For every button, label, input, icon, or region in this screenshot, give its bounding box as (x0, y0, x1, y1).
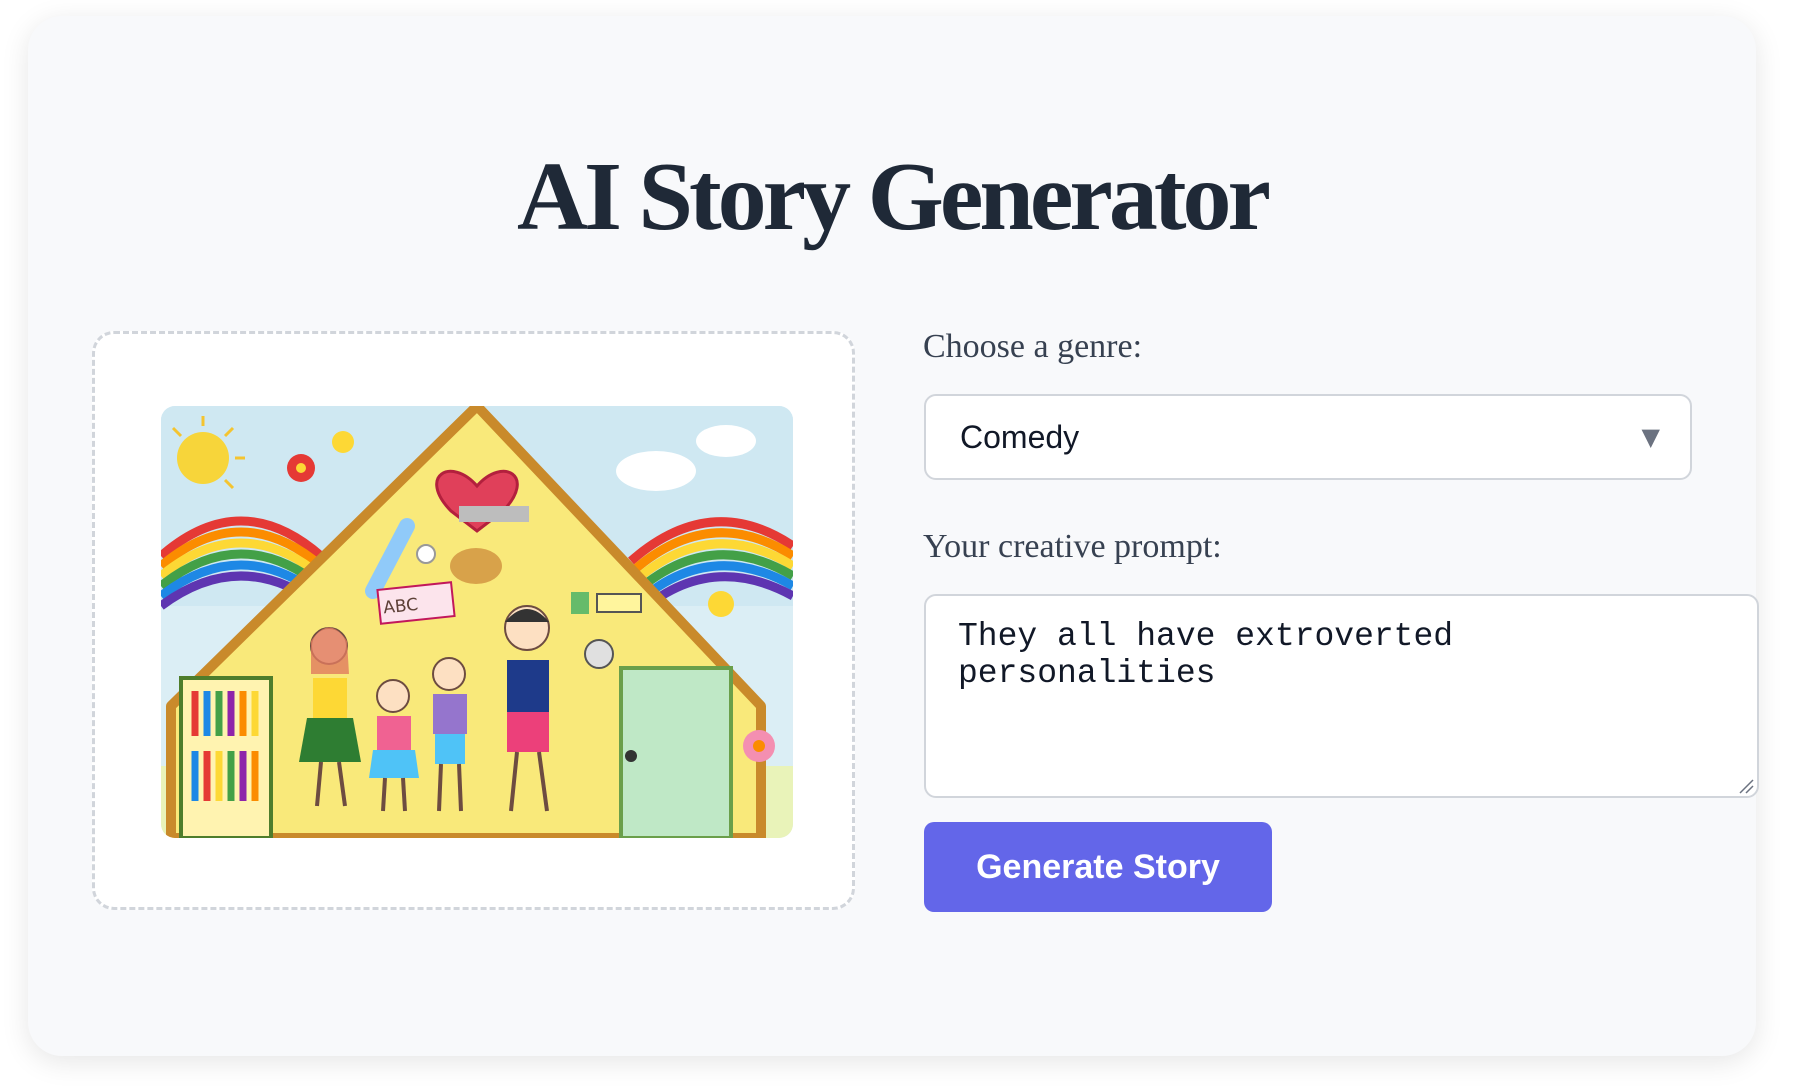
prompt-label: Your creative prompt: (923, 528, 1222, 565)
generate-story-button[interactable]: Generate Story (924, 822, 1272, 912)
svg-text:ABC: ABC (382, 595, 419, 619)
uploaded-drawing-image: ABC (161, 406, 793, 838)
genre-selected-value: Comedy (960, 419, 1080, 455)
genre-label: Choose a genre: (923, 328, 1143, 365)
image-upload-dropzone[interactable]: ABC (92, 331, 855, 910)
resize-grip-icon[interactable] (1738, 778, 1754, 794)
triangle-down-icon: ▼ (1641, 423, 1660, 451)
prompt-textarea[interactable]: They all have extroverted personalities (924, 594, 1759, 798)
page-title: AI Story Generator (517, 143, 1271, 251)
story-generator-card: AI Story Generator ABC Choose a genre: C… (28, 16, 1759, 1056)
genre-select[interactable]: Comedy ▼ (924, 394, 1692, 480)
